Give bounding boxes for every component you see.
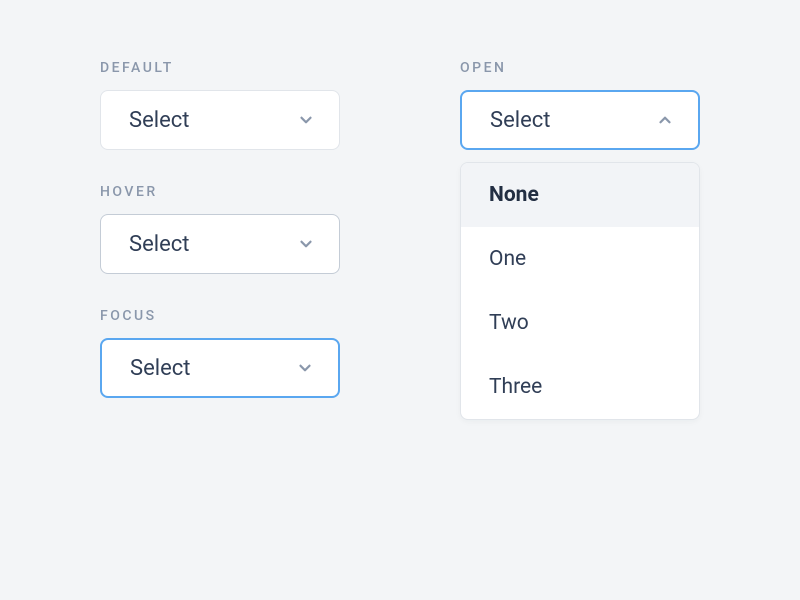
select-value: Select bbox=[130, 356, 190, 381]
select-value: Select bbox=[490, 108, 550, 133]
chevron-down-icon bbox=[296, 359, 314, 377]
state-label-default: DEFAULT bbox=[100, 60, 340, 76]
state-label-open: OPEN bbox=[460, 60, 700, 76]
state-label-focus: FOCUS bbox=[100, 308, 340, 324]
state-label-hover: HOVER bbox=[100, 184, 340, 200]
select-default[interactable]: Select bbox=[100, 90, 340, 150]
chevron-down-icon bbox=[297, 111, 315, 129]
default-group: DEFAULT Select bbox=[100, 60, 340, 150]
dropdown-option[interactable]: Two bbox=[461, 291, 699, 355]
dropdown-menu: None One Two Three bbox=[460, 162, 700, 420]
hover-group: HOVER Select bbox=[100, 184, 340, 274]
chevron-up-icon bbox=[656, 111, 674, 129]
dropdown-option[interactable]: None bbox=[461, 163, 699, 227]
select-value: Select bbox=[129, 108, 189, 133]
select-focus[interactable]: Select bbox=[100, 338, 340, 398]
chevron-down-icon bbox=[297, 235, 315, 253]
open-group: OPEN Select None One Two Three bbox=[460, 60, 700, 150]
select-value: Select bbox=[129, 232, 189, 257]
select-hover[interactable]: Select bbox=[100, 214, 340, 274]
focus-group: FOCUS Select bbox=[100, 308, 340, 398]
dropdown-option[interactable]: One bbox=[461, 227, 699, 291]
right-column: OPEN Select None One Two Three bbox=[460, 60, 700, 432]
select-open[interactable]: Select bbox=[460, 90, 700, 150]
dropdown-option[interactable]: Three bbox=[461, 355, 699, 419]
left-column: DEFAULT Select HOVER Select FOCUS Select bbox=[100, 60, 340, 432]
